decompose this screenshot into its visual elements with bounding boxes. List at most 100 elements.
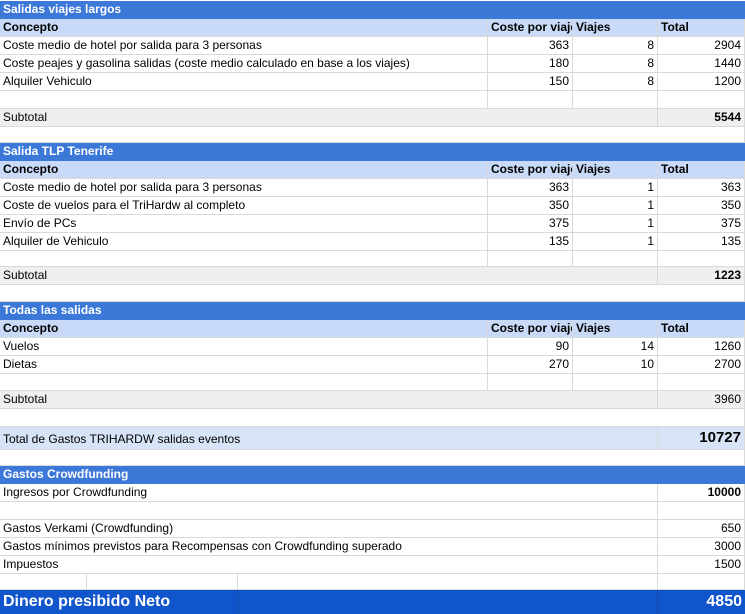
empty-cell[interactable] bbox=[0, 450, 745, 466]
header-coste-por-viaje[interactable]: Coste por viaje bbox=[488, 19, 573, 37]
empty-cell[interactable] bbox=[488, 251, 573, 267]
empty-cell[interactable] bbox=[658, 91, 745, 109]
empty-cell[interactable] bbox=[0, 374, 488, 391]
section-title-gastos-crowdfunding[interactable]: Gastos Crowdfunding bbox=[0, 466, 745, 484]
cell-viajes[interactable]: 10 bbox=[573, 356, 658, 374]
empty-cell[interactable] bbox=[0, 91, 488, 109]
cell-total[interactable]: 2700 bbox=[658, 356, 745, 374]
empty-cell[interactable] bbox=[238, 574, 658, 590]
header-total[interactable]: Total bbox=[658, 19, 745, 37]
cell-viajes[interactable]: 8 bbox=[573, 73, 658, 91]
empty-cell[interactable] bbox=[0, 409, 745, 427]
cell-concepto[interactable]: Gastos Verkami (Crowdfunding) bbox=[0, 520, 658, 538]
column-header-row: Concepto Coste por viaje Viajes Total bbox=[0, 320, 745, 338]
cell-concepto[interactable]: Alquiler de Vehiculo bbox=[0, 233, 488, 251]
empty-cell[interactable] bbox=[0, 285, 745, 302]
header-viajes[interactable]: Viajes bbox=[573, 161, 658, 179]
cell-concepto[interactable]: Coste peajes y gasolina salidas (coste m… bbox=[0, 55, 488, 73]
cell-coste[interactable]: 363 bbox=[488, 37, 573, 55]
cell-total[interactable]: 3000 bbox=[658, 538, 745, 556]
subtotal-value[interactable]: 1223 bbox=[658, 267, 745, 285]
header-total[interactable]: Total bbox=[658, 320, 745, 338]
ingresos-label[interactable]: Ingresos por Crowdfunding bbox=[0, 484, 658, 502]
cell-total[interactable]: 350 bbox=[658, 197, 745, 215]
cell-total[interactable]: 135 bbox=[658, 233, 745, 251]
cell-concepto[interactable]: Impuestos bbox=[0, 556, 658, 574]
section-title-salidas-viajes-largos[interactable]: Salidas viajes largos bbox=[0, 1, 745, 19]
cell-concepto[interactable]: Coste de vuelos para el TriHardw al comp… bbox=[0, 197, 488, 215]
cell-total[interactable]: 1260 bbox=[658, 338, 745, 356]
cell-coste[interactable]: 135 bbox=[488, 233, 573, 251]
cell-coste[interactable]: 375 bbox=[488, 215, 573, 233]
ingresos-value[interactable]: 10000 bbox=[658, 484, 745, 502]
empty-cell[interactable] bbox=[488, 374, 573, 391]
empty-cell[interactable] bbox=[0, 502, 658, 520]
cell-total[interactable]: 363 bbox=[658, 179, 745, 197]
cell-total[interactable]: 1500 bbox=[658, 556, 745, 574]
empty-cell[interactable] bbox=[658, 251, 745, 267]
total-gastos-value[interactable]: 10727 bbox=[658, 427, 745, 450]
cell-viajes[interactable]: 8 bbox=[573, 37, 658, 55]
empty-cell[interactable] bbox=[488, 91, 573, 109]
cell-total[interactable]: 1440 bbox=[658, 55, 745, 73]
cell-total[interactable]: 1200 bbox=[658, 73, 745, 91]
cell-viajes[interactable]: 1 bbox=[573, 233, 658, 251]
cell-concepto[interactable]: Dietas bbox=[0, 356, 488, 374]
ingresos-row: Ingresos por Crowdfunding 10000 bbox=[0, 484, 745, 502]
table-row: Vuelos 90 14 1260 bbox=[0, 338, 745, 356]
dinero-neto-value[interactable]: 4850 bbox=[658, 590, 745, 614]
cell-total[interactable]: 375 bbox=[658, 215, 745, 233]
spacer-row bbox=[0, 409, 745, 427]
header-total[interactable]: Total bbox=[658, 161, 745, 179]
subtotal-label[interactable]: Subtotal bbox=[0, 267, 658, 285]
section-title-salida-tlp-tenerife[interactable]: Salida TLP Tenerife bbox=[0, 143, 745, 161]
empty-cell[interactable] bbox=[658, 574, 745, 590]
empty-cell[interactable] bbox=[573, 374, 658, 391]
subtotal-row: Subtotal 3960 bbox=[0, 391, 745, 409]
cell-concepto[interactable]: Coste medio de hotel por salida para 3 p… bbox=[0, 37, 488, 55]
empty-cell[interactable] bbox=[238, 590, 658, 614]
subtotal-value[interactable]: 3960 bbox=[658, 391, 745, 409]
subtotal-label[interactable]: Subtotal bbox=[0, 391, 658, 409]
empty-cell[interactable] bbox=[0, 251, 488, 267]
cell-coste[interactable]: 270 bbox=[488, 356, 573, 374]
empty-cell[interactable] bbox=[0, 127, 745, 143]
empty-cell[interactable] bbox=[87, 574, 238, 590]
total-gastos-label[interactable]: Total de Gastos TRIHARDW salidas eventos bbox=[0, 427, 658, 450]
header-coste-por-viaje[interactable]: Coste por viaje bbox=[488, 161, 573, 179]
cell-concepto[interactable]: Coste medio de hotel por salida para 3 p… bbox=[0, 179, 488, 197]
empty-cell[interactable] bbox=[573, 251, 658, 267]
header-viajes[interactable]: Viajes bbox=[573, 320, 658, 338]
cell-concepto[interactable]: Alquiler Vehiculo bbox=[0, 73, 488, 91]
empty-cell[interactable] bbox=[658, 374, 745, 391]
cell-viajes[interactable]: 1 bbox=[573, 215, 658, 233]
cell-coste[interactable]: 350 bbox=[488, 197, 573, 215]
section-title-text: Salidas viajes largos bbox=[0, 1, 745, 19]
cell-total[interactable]: 2904 bbox=[658, 37, 745, 55]
cell-viajes[interactable]: 8 bbox=[573, 55, 658, 73]
header-coste-por-viaje[interactable]: Coste por viaje bbox=[488, 320, 573, 338]
header-concepto[interactable]: Concepto bbox=[0, 161, 488, 179]
cell-viajes[interactable]: 1 bbox=[573, 179, 658, 197]
cell-coste[interactable]: 180 bbox=[488, 55, 573, 73]
cell-coste[interactable]: 363 bbox=[488, 179, 573, 197]
cell-viajes[interactable]: 1 bbox=[573, 197, 658, 215]
cell-viajes[interactable]: 14 bbox=[573, 338, 658, 356]
empty-cell[interactable] bbox=[573, 91, 658, 109]
subtotal-value[interactable]: 5544 bbox=[658, 109, 745, 127]
cell-coste[interactable]: 150 bbox=[488, 73, 573, 91]
cell-concepto[interactable]: Vuelos bbox=[0, 338, 488, 356]
dinero-neto-label[interactable]: Dinero presibido Neto bbox=[0, 590, 238, 614]
subtotal-row: Subtotal 1223 bbox=[0, 267, 745, 285]
cell-concepto[interactable]: Envío de PCs bbox=[0, 215, 488, 233]
subtotal-label[interactable]: Subtotal bbox=[0, 109, 658, 127]
empty-cell[interactable] bbox=[0, 574, 87, 590]
cell-coste[interactable]: 90 bbox=[488, 338, 573, 356]
section-title-todas-las-salidas[interactable]: Todas las salidas bbox=[0, 302, 745, 320]
header-viajes[interactable]: Viajes bbox=[573, 19, 658, 37]
cell-total[interactable]: 650 bbox=[658, 520, 745, 538]
header-concepto[interactable]: Concepto bbox=[0, 19, 488, 37]
empty-cell[interactable] bbox=[658, 502, 745, 520]
header-concepto[interactable]: Concepto bbox=[0, 320, 488, 338]
cell-concepto[interactable]: Gastos mínimos previstos para Recompensa… bbox=[0, 538, 658, 556]
